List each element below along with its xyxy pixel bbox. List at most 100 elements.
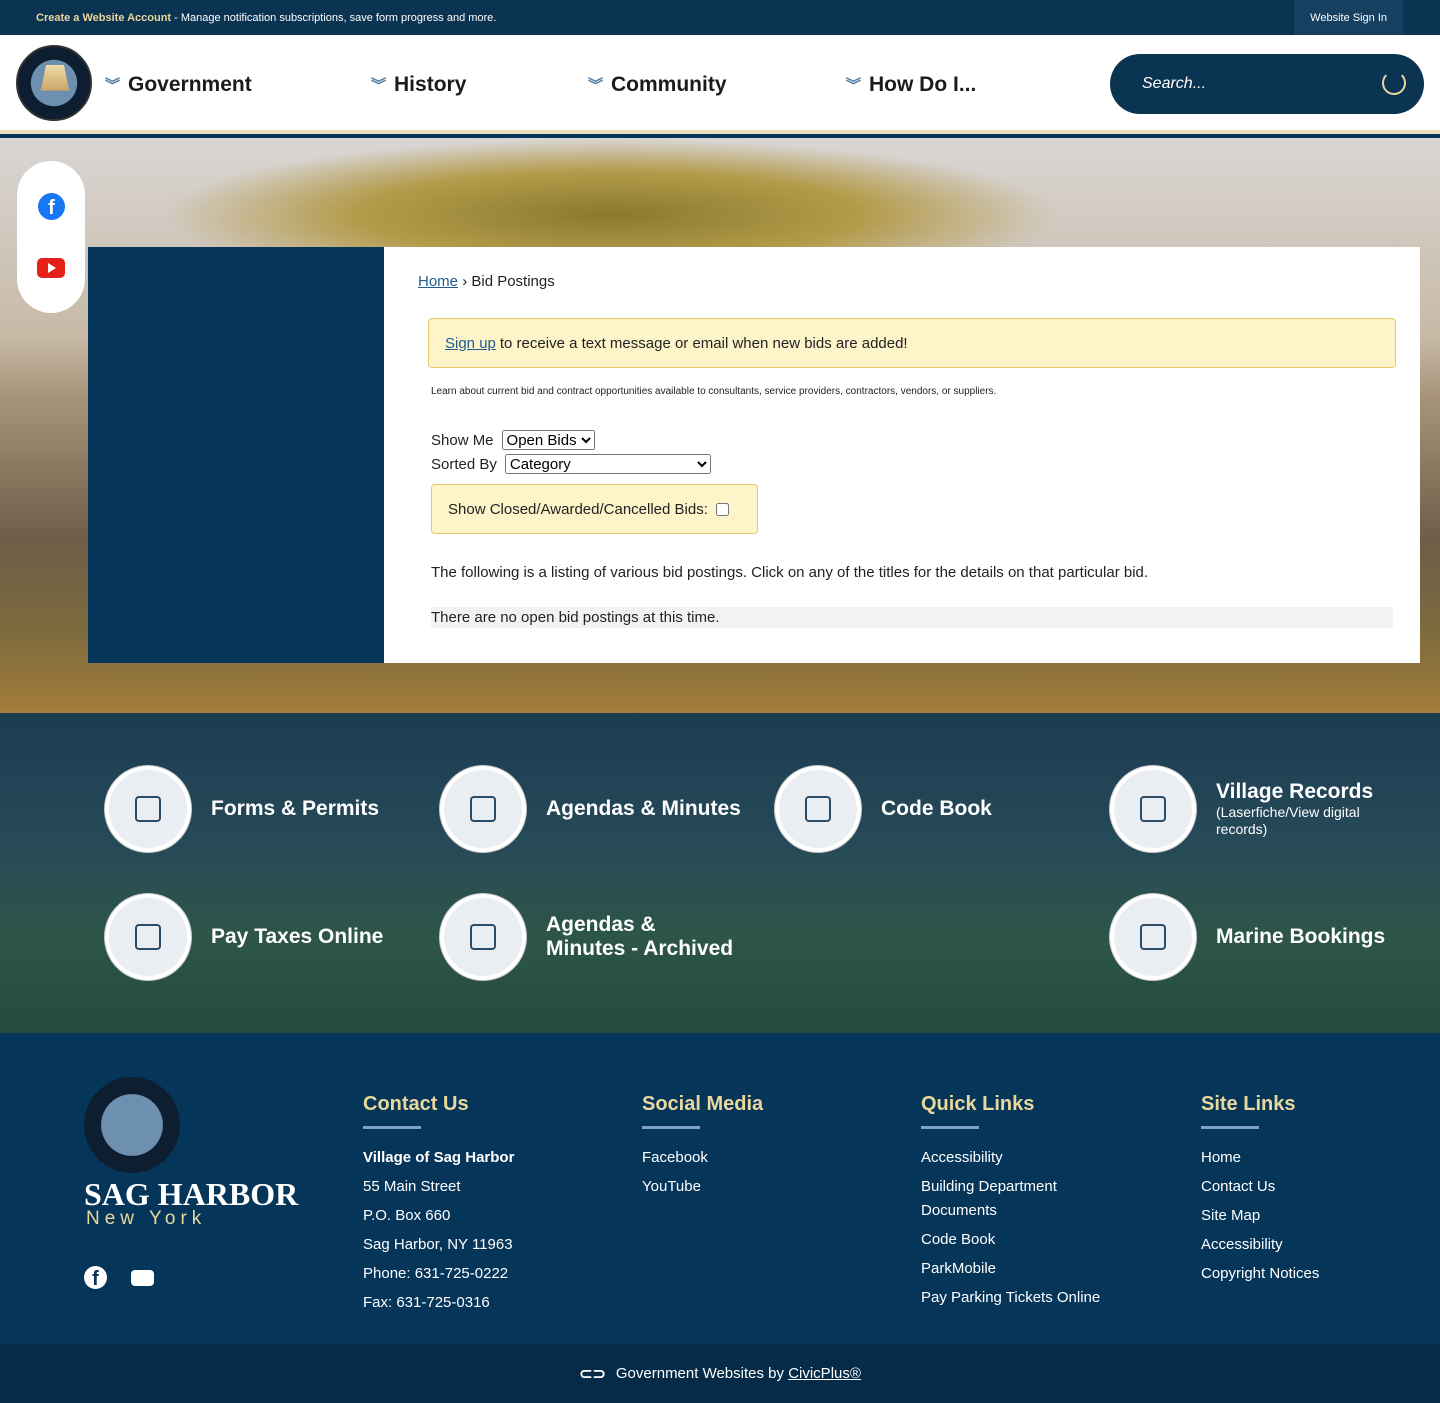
footer-link[interactable]: Site Map	[1201, 1204, 1319, 1228]
footer-logo[interactable]	[84, 1077, 180, 1173]
footer-social: Social Media Facebook YouTube	[642, 1093, 763, 1204]
bottom-bar: ⊂⊃ Government Websites by CivicPlus®	[0, 1344, 1440, 1403]
create-account-link[interactable]: Create a Website Account	[36, 12, 171, 24]
footer-link[interactable]: Code Book	[921, 1228, 1121, 1252]
footer-link[interactable]: Contact Us	[1201, 1175, 1319, 1199]
signup-link[interactable]: Sign up	[445, 335, 496, 352]
nav-label: History	[394, 72, 467, 96]
quick-link-agendas[interactable]: Agendas & Minutes	[440, 766, 741, 852]
quick-links-band: Forms & Permits Agendas & Minutes Code B…	[0, 713, 1440, 1033]
search-icon[interactable]	[1382, 71, 1406, 95]
show-me-row: Show Me Open Bids	[431, 430, 1386, 450]
tree-image	[160, 138, 1060, 248]
footer-contact: Contact Us Village of Sag Harbor 55 Main…	[363, 1093, 514, 1320]
building-icon	[1110, 766, 1196, 852]
sign-in-button[interactable]: Website Sign In	[1294, 0, 1403, 35]
side-column	[88, 247, 384, 663]
nav-how-do-i[interactable]: ︾ How Do I...	[846, 35, 976, 134]
quick-link-taxes[interactable]: Pay Taxes Online	[105, 894, 383, 980]
breadcrumb-sep: ›	[462, 273, 468, 290]
breadcrumb-current: Bid Postings	[471, 273, 555, 290]
header: ︾ Government ︾ History ︾ Community ︾ How Do …	[0, 35, 1440, 134]
account-desc: - Manage notification subscriptions, sav…	[171, 11, 497, 24]
no-bids-message: There are no open bid postings at this t…	[431, 607, 1393, 628]
site-logo[interactable]	[16, 45, 92, 121]
closed-bids-label: Show Closed/Awarded/Cancelled Bids:	[448, 500, 708, 518]
nav-community[interactable]: ︾ Community	[588, 35, 727, 134]
nav-label: Government	[128, 72, 252, 96]
credit-text: Government Websites by	[615, 1365, 785, 1382]
show-me-label: Show Me	[431, 431, 494, 449]
footer: SAG HARBOR New York f Contact Us Village…	[0, 1033, 1440, 1344]
contact-line: Fax: 631-725-0316	[363, 1294, 490, 1311]
chevron-down-icon: ︾	[371, 77, 387, 94]
nav-label: Community	[611, 72, 727, 96]
sorted-by-row: Sorted By Category	[431, 454, 1386, 474]
footer-link[interactable]: Accessibility	[921, 1146, 1121, 1170]
chevron-down-icon: ︾	[588, 77, 604, 94]
clipboard-icon	[105, 766, 191, 852]
footer-link[interactable]: Building Department Documents	[921, 1175, 1081, 1223]
contact-line: P.O. Box 660	[363, 1207, 451, 1224]
footer-heading: Contact Us	[363, 1093, 469, 1115]
quick-link-agendas-archived[interactable]: Agendas & Minutes - Archived	[440, 894, 736, 980]
nav-history[interactable]: ︾ History	[371, 35, 466, 134]
footer-quick-links: Quick Links Accessibility Building Depar…	[921, 1093, 1121, 1315]
chevron-down-icon: ︾	[105, 77, 121, 94]
listing-text: The following is a listing of various bi…	[431, 564, 1149, 581]
quick-link-sub: (Laserfiche/View digital records)	[1216, 804, 1360, 837]
credit-card-icon	[105, 894, 191, 980]
closed-bids-box: Show Closed/Awarded/Cancelled Bids:	[431, 484, 758, 534]
contact-line: Sag Harbor, NY 11963	[363, 1236, 513, 1253]
quick-link-title: Village Records	[1216, 780, 1374, 803]
footer-heading: Quick Links	[921, 1093, 1035, 1115]
footer-link[interactable]: Copyright Notices	[1201, 1262, 1319, 1286]
contact-org: Village of Sag Harbor	[363, 1149, 515, 1166]
calendar-icon	[440, 894, 526, 980]
quick-link-records[interactable]: Village Records (Laserfiche/View digital …	[1110, 766, 1376, 852]
contact-line: Phone: 631-725-0222	[363, 1265, 509, 1282]
sorted-by-label: Sorted By	[431, 455, 497, 473]
footer-link[interactable]: Home	[1201, 1146, 1319, 1170]
quick-link-forms[interactable]: Forms & Permits	[105, 766, 379, 852]
sorted-by-select[interactable]: Category	[504, 454, 711, 474]
breadcrumb-home[interactable]: Home	[418, 273, 458, 290]
top-bar: Create a Website Account - Manage notifi…	[0, 0, 1440, 35]
quick-link-title: Forms & Permits	[211, 797, 380, 820]
footer-heading: Social Media	[642, 1093, 764, 1115]
footer-link[interactable]: Facebook	[642, 1146, 763, 1170]
breadcrumb: Home › Bid Postings	[418, 273, 1386, 290]
intro-text: Learn about current bid and contract opp…	[431, 386, 997, 397]
closed-bids-checkbox[interactable]	[715, 502, 729, 516]
quick-link-title: Agendas & Minutes - Archived	[546, 913, 734, 960]
footer-link[interactable]: Accessibility	[1201, 1233, 1319, 1257]
facebook-icon[interactable]: f	[84, 1266, 107, 1290]
contact-line: 55 Main Street	[363, 1178, 461, 1195]
footer-heading: Site Links	[1201, 1093, 1296, 1115]
youtube-icon[interactable]	[37, 258, 65, 278]
quick-link-marine[interactable]: Marine Bookings	[1110, 894, 1385, 980]
chevron-down-icon: ︾	[846, 77, 862, 94]
footer-link[interactable]: YouTube	[642, 1175, 763, 1199]
footer-link[interactable]: ParkMobile	[921, 1257, 1121, 1281]
calendar-icon	[440, 766, 526, 852]
social-sidebar: f	[17, 161, 85, 313]
alert-text: to receive a text message or email when …	[499, 334, 908, 352]
quick-link-title: Code Book	[881, 797, 992, 820]
footer-state: New York	[86, 1208, 207, 1229]
show-me-select[interactable]: Open Bids	[501, 430, 595, 450]
youtube-icon[interactable]	[131, 1270, 154, 1286]
civicplus-link[interactable]: CivicPlus®	[788, 1365, 861, 1382]
nav-label: How Do I...	[869, 72, 977, 96]
quick-link-title: Agendas & Minutes	[546, 797, 741, 820]
search-input[interactable]: Search...	[1110, 54, 1424, 114]
checkbox-icon	[1110, 894, 1196, 980]
facebook-icon[interactable]: f	[38, 193, 65, 220]
search-placeholder: Search...	[1142, 75, 1207, 92]
nav-government[interactable]: ︾ Government	[105, 35, 252, 134]
book-icon	[775, 766, 861, 852]
quick-link-code-book[interactable]: Code Book	[775, 766, 992, 852]
footer-link[interactable]: Pay Parking Tickets Online	[921, 1286, 1121, 1310]
signup-alert: Sign up to receive a text message or emai…	[428, 318, 1396, 368]
quick-link-title: Pay Taxes Online	[211, 925, 384, 948]
